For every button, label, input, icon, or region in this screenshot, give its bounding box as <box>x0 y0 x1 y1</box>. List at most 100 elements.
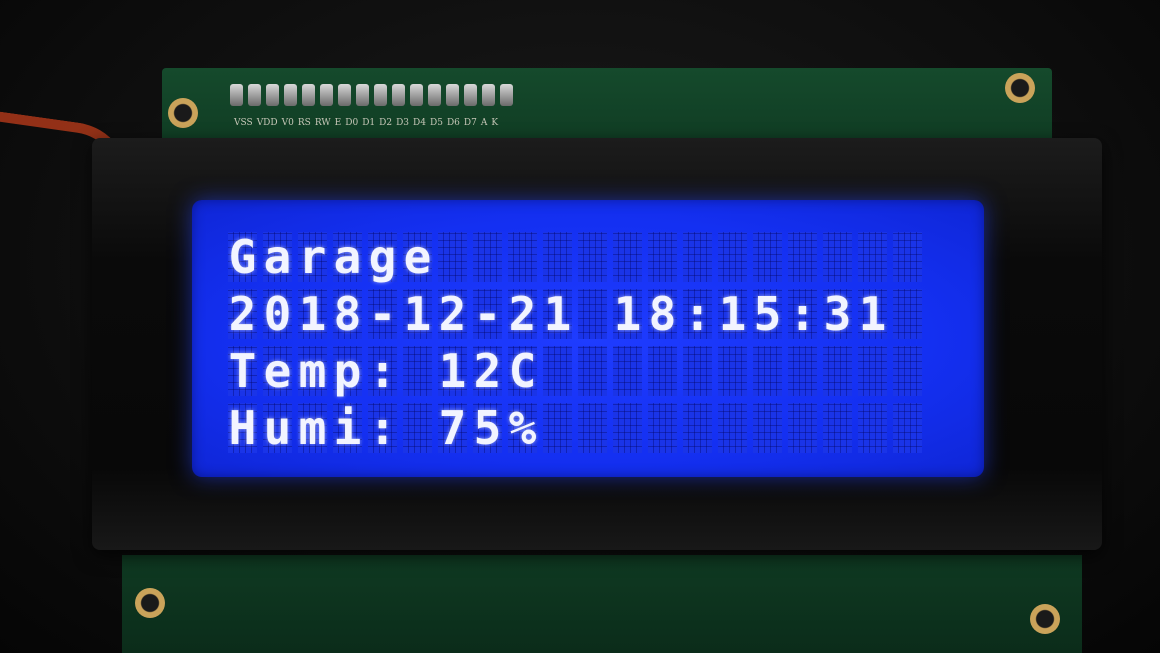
lcd-cell <box>613 232 642 282</box>
lcd-cell: : <box>368 346 397 396</box>
lcd-character: 3 <box>823 287 852 341</box>
lcd-character: 1 <box>298 287 327 341</box>
lcd-cell: 0 <box>263 289 292 339</box>
lcd-character: u <box>263 401 292 455</box>
lcd-cell: 1 <box>543 289 572 339</box>
header-pin <box>374 84 387 106</box>
lcd-cell: : <box>788 289 817 339</box>
lcd-character: : <box>368 344 397 398</box>
lcd-cell <box>858 232 887 282</box>
lcd-character: - <box>473 287 502 341</box>
lcd-cell: 1 <box>858 289 887 339</box>
pin-label: VSS <box>234 118 253 128</box>
lcd-cell <box>718 403 747 453</box>
pin-label: D0 <box>345 118 359 128</box>
lcd-character: 7 <box>438 401 467 455</box>
pin-labels: VSS VDD V0 RS RW E D0 D1 D2 D3 D4 D5 D6 D7 A K <box>234 118 498 128</box>
pin-label: D3 <box>396 118 410 128</box>
pcb-board-bottom <box>122 555 1082 653</box>
lcd-cell <box>753 403 782 453</box>
lcd-character: 1 <box>718 287 747 341</box>
lcd-cell <box>753 346 782 396</box>
lcd-character: 1 <box>403 287 432 341</box>
lcd-cell: p <box>333 346 362 396</box>
header-pin <box>302 84 315 106</box>
lcd-cell: u <box>263 403 292 453</box>
lcd-cell <box>613 403 642 453</box>
lcd-cell <box>508 232 537 282</box>
lcd-cell <box>578 289 607 339</box>
pin-label: RS <box>297 118 311 128</box>
lcd-cell: 1 <box>613 289 642 339</box>
lcd-cell: 1 <box>438 346 467 396</box>
lcd-character: e <box>403 230 432 284</box>
lcd-cell: 1 <box>298 289 327 339</box>
lcd-cell <box>683 232 712 282</box>
lcd-cell <box>613 346 642 396</box>
lcd-cell: 2 <box>508 289 537 339</box>
lcd-character: 8 <box>648 287 677 341</box>
lcd-character: a <box>263 230 292 284</box>
header-pin <box>446 84 459 106</box>
lcd-cell: 8 <box>648 289 677 339</box>
pin-label: E <box>334 118 342 128</box>
lcd-cell <box>823 403 852 453</box>
lcd-cell: i <box>333 403 362 453</box>
pin-label: D4 <box>413 118 426 128</box>
lcd-character: e <box>263 344 292 398</box>
lcd-character: 1 <box>543 287 572 341</box>
lcd-cell <box>858 403 887 453</box>
pin-label: RW <box>314 118 331 128</box>
pin-label: D5 <box>430 118 443 128</box>
lcd-character: m <box>298 401 327 455</box>
lcd-cell: m <box>298 403 327 453</box>
lcd-cell: : <box>683 289 712 339</box>
lcd-cell <box>718 346 747 396</box>
lcd-cell <box>788 403 817 453</box>
pin-label: D6 <box>446 118 460 128</box>
lcd-character: : <box>683 287 712 341</box>
lcd-cell <box>823 346 852 396</box>
lcd-character: 2 <box>228 287 257 341</box>
header-pin <box>428 84 441 106</box>
lcd-character: p <box>333 344 362 398</box>
lcd-cell: 8 <box>333 289 362 339</box>
lcd-cell <box>648 403 677 453</box>
lcd-cell: 2 <box>473 346 502 396</box>
lcd-cell: - <box>473 289 502 339</box>
lcd-cell <box>403 346 432 396</box>
lcd-cell: 2 <box>438 289 467 339</box>
lcd-cell <box>578 403 607 453</box>
header-pin <box>320 84 333 106</box>
pin-label: V0 <box>281 118 294 128</box>
lcd-character: 0 <box>263 287 292 341</box>
lcd-cell: 2 <box>228 289 257 339</box>
lcd-cell: a <box>333 232 362 282</box>
lcd-cell <box>473 232 502 282</box>
pin-label: D7 <box>463 118 477 128</box>
header-pin <box>338 84 351 106</box>
lcd-cell: 1 <box>718 289 747 339</box>
lcd-cell: - <box>368 289 397 339</box>
header-pin <box>356 84 369 106</box>
lcd-cell: m <box>298 346 327 396</box>
header-pin <box>410 84 423 106</box>
mounting-hole-icon <box>1005 73 1035 103</box>
lcd-cell <box>543 346 572 396</box>
lcd-character: 1 <box>438 344 467 398</box>
mounting-hole-icon <box>135 588 165 618</box>
header-pins <box>230 84 513 106</box>
lcd-character: 5 <box>753 287 782 341</box>
lcd-cell: 5 <box>753 289 782 339</box>
lcd-cell: H <box>228 403 257 453</box>
lcd-cell <box>648 346 677 396</box>
lcd-cell <box>543 232 572 282</box>
lcd-character: G <box>228 230 257 284</box>
lcd-cell <box>893 346 922 396</box>
header-pin <box>482 84 495 106</box>
lcd-screen: GarageGarage2018-12-21 18:15:312018-12-2… <box>192 200 984 477</box>
lcd-cell <box>823 232 852 282</box>
lcd-cell <box>893 403 922 453</box>
lcd-cell <box>893 232 922 282</box>
lcd-character: g <box>368 230 397 284</box>
